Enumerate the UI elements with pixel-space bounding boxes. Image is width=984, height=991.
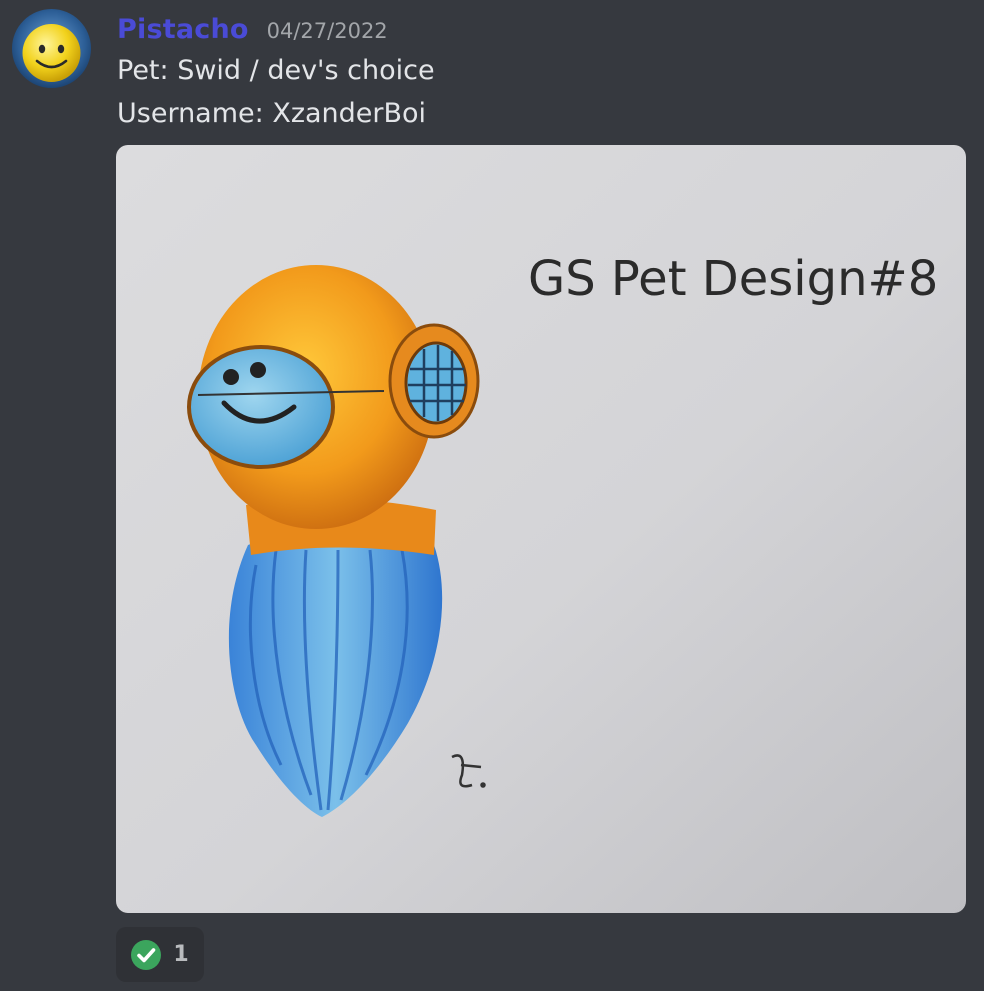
reaction-button[interactable]: 1 bbox=[116, 927, 204, 982]
smiley-avatar-icon bbox=[12, 9, 91, 88]
message-line-pet: Pet: Swid / dev's choice bbox=[117, 55, 435, 86]
message-header: Pistacho 04/27/2022 bbox=[117, 14, 388, 50]
message-line-username: Username: XzanderBoi bbox=[117, 98, 427, 129]
white-check-mark-icon bbox=[131, 939, 162, 970]
author-name[interactable]: Pistacho bbox=[117, 14, 249, 45]
user-avatar[interactable] bbox=[12, 9, 91, 88]
reaction-count: 1 bbox=[173, 942, 189, 967]
chat-message: Pistacho 04/27/2022 Pet: Swid / dev's ch… bbox=[0, 0, 984, 991]
image-attachment[interactable]: GS Pet Design#8 bbox=[116, 145, 966, 913]
handwritten-caption: GS Pet Design#8 bbox=[528, 251, 938, 307]
message-timestamp: 04/27/2022 bbox=[266, 19, 388, 43]
pet-drawing-image: GS Pet Design#8 bbox=[116, 145, 966, 913]
